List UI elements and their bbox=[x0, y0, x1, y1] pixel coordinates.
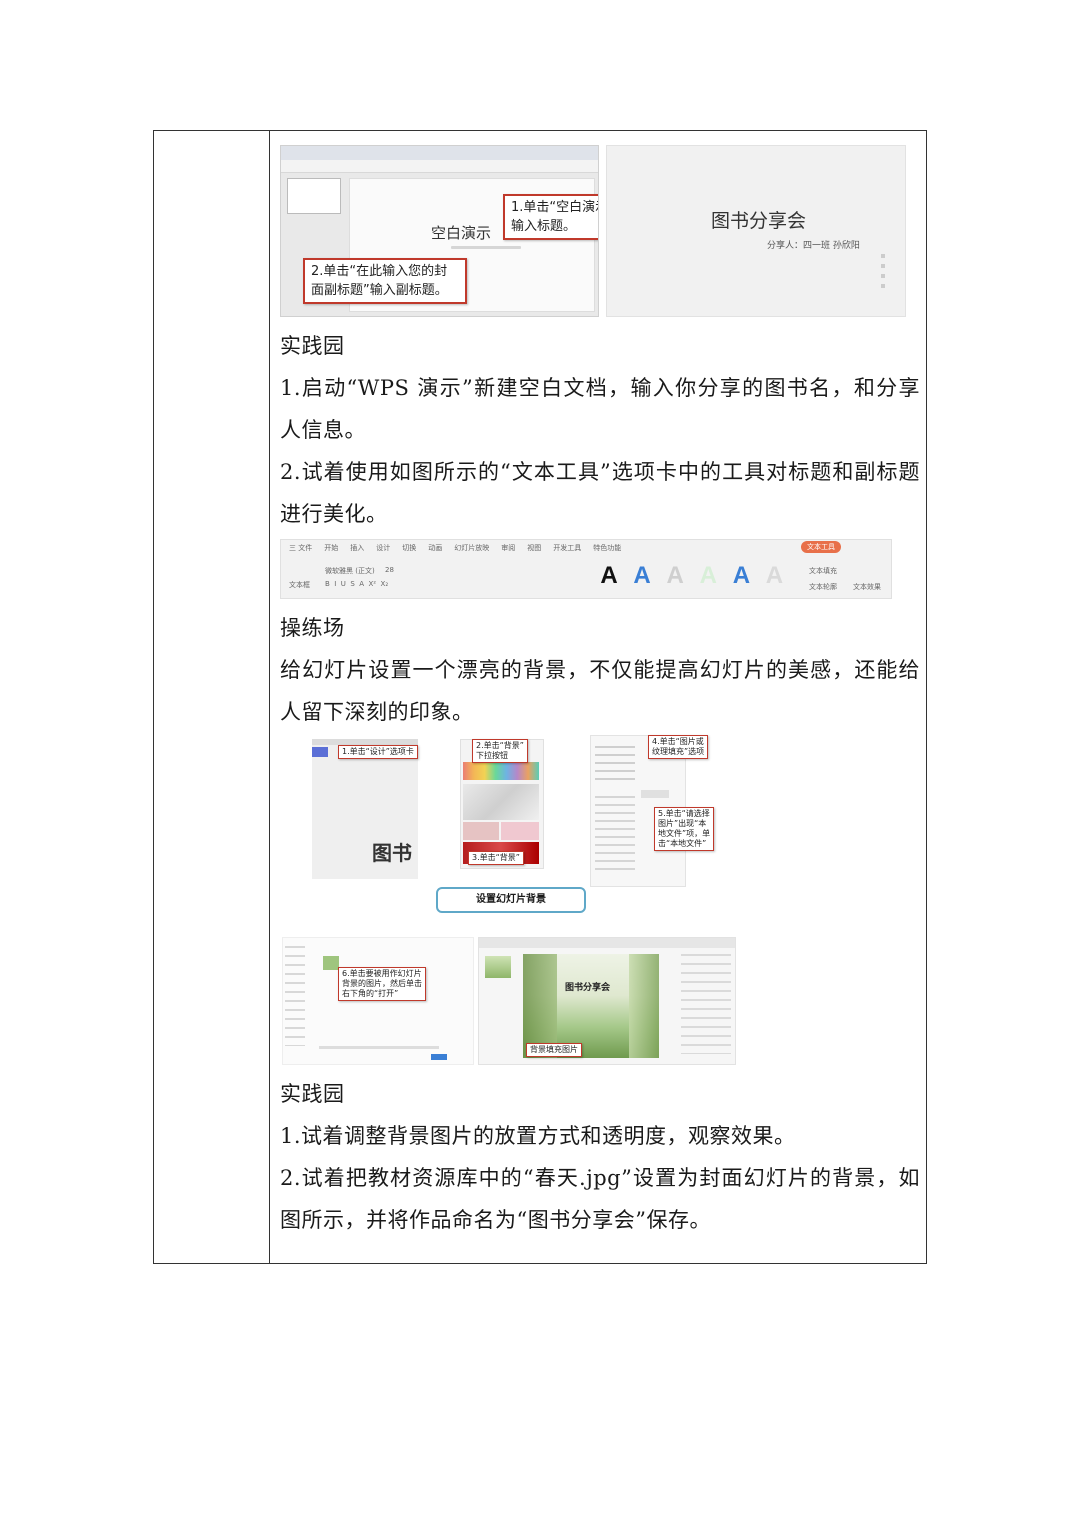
section2-para-line1: 给幻灯片设置一个漂亮的背景，不仅能提高幻灯片的美感，还能给 bbox=[280, 658, 920, 682]
format-buttons: B I U S A X² X₂ bbox=[325, 580, 389, 588]
callout-step1: 1.单击“空白演示”输入标题。 bbox=[503, 194, 598, 240]
callout-step3-background: 3.单击“背景” bbox=[468, 851, 524, 865]
section3-heading: 实践园 bbox=[280, 1082, 345, 1106]
wordart-style-green-outline[interactable]: A bbox=[694, 562, 722, 590]
wordart-style-blue[interactable]: A bbox=[628, 562, 656, 590]
section3-item1: 1.试着调整背景图片的放置方式和透明度，观察效果。 bbox=[280, 1124, 796, 1148]
callout-step2: 2.单击“在此输入您的封 面副标题”输入副标题。 bbox=[303, 258, 467, 304]
section1-item1-line1: 1.启动“WPS 演示”新建空白文档，输入你分享的图书名，和分享 bbox=[280, 376, 920, 400]
wordart-style-black[interactable]: A bbox=[595, 562, 623, 590]
figure-set-slide-background: 图书 1.单击“设计”选项卡 2.单击“背景” 下拉按钮 3.单击“背景” 4.… bbox=[280, 733, 920, 1071]
text-effect-button[interactable]: 文本效果 bbox=[853, 582, 881, 592]
callout-step1-design: 1.单击“设计”选项卡 bbox=[338, 745, 418, 759]
font-name-select[interactable]: 微软雅黑 (正文) bbox=[325, 566, 375, 576]
wordart-style-blue2[interactable]: A bbox=[727, 562, 755, 590]
left-slide-title: 空白演示 bbox=[431, 224, 492, 242]
wordart-style-outline[interactable]: A bbox=[760, 562, 788, 590]
ribbon-menu-row: 三 文件 开始 插入 设计 切换 动画 幻灯片放映 审阅 视图 开发工具 特色功能 bbox=[289, 544, 622, 552]
text-fill-button[interactable]: 文本填充 bbox=[809, 566, 837, 576]
figure-blank-presentation: 空白演示 1.单击“空白演示”输入标题。 2.单击“在此输入您的封面副标题”输入… bbox=[280, 143, 920, 319]
wordart-style-gallery[interactable]: A A A A A A bbox=[595, 562, 788, 590]
slide-preview-screenshot: 图书分享会 分享人：四一班 孙欣阳 bbox=[606, 145, 906, 317]
textbox-label[interactable]: 文本框 bbox=[289, 580, 310, 590]
callout-step6-open-image: 6.单击要被用作幻灯片 背景的图片，然后单击 右下角的“打开” bbox=[338, 967, 426, 1001]
content-table: 空白演示 1.单击“空白演示”输入标题。 2.单击“在此输入您的封面副标题”输入… bbox=[153, 130, 927, 1264]
section2-heading: 操练场 bbox=[280, 616, 345, 640]
callout-step4-picture-fill: 4.单击“图片或 纹理填充”选项 bbox=[648, 735, 709, 759]
content-cell: 空白演示 1.单击“空白演示”输入标题。 2.单击“在此输入您的封面副标题”输入… bbox=[280, 143, 920, 1241]
slide-text-book: 图书 bbox=[372, 841, 412, 865]
callout-step5-local-file: 5.单击“请选择 图片”出现“本 地文件”项，单 击“本地文件” bbox=[654, 807, 715, 851]
column-divider bbox=[269, 131, 270, 1263]
section1-item2-line1: 2.试着使用如图所示的“文本工具”选项卡中的工具对标题和副标题 bbox=[280, 460, 920, 484]
final-slide-title: 图书分享会 bbox=[565, 983, 611, 993]
final-slide-screenshot: 图书分享会 bbox=[478, 937, 736, 1065]
section1-item1-line2: 人信息。 bbox=[280, 418, 366, 442]
right-slide-subtitle: 分享人：四一班 孙欣阳 bbox=[767, 241, 860, 251]
tab-text-tools[interactable]: 文本工具 bbox=[801, 541, 841, 553]
callout-background-fill-image: 背景填充图片 bbox=[526, 1043, 582, 1057]
wordart-style-grey[interactable]: A bbox=[661, 562, 689, 590]
open-file-dialog-screenshot bbox=[282, 937, 474, 1065]
set-background-label: 设置幻灯片背景 bbox=[436, 887, 586, 913]
text-tools-toolbar-screenshot: 三 文件 开始 插入 设计 切换 动画 幻灯片放映 审阅 视图 开发工具 特色功能 文本工具 文本框… bbox=[280, 539, 892, 599]
section2-para-line2: 人留下深刻的印象。 bbox=[280, 700, 474, 724]
font-size-select[interactable]: 28 bbox=[385, 566, 394, 574]
section1-heading: 实践园 bbox=[280, 334, 345, 358]
right-slide-title: 图书分享会 bbox=[711, 210, 807, 232]
text-outline-button[interactable]: 文本轮廓 bbox=[809, 582, 837, 592]
section3-item2-line2: 图所示，并将作品命名为“图书分享会”保存。 bbox=[280, 1208, 711, 1232]
section3-item2-line1: 2.试着把教材资源库中的“春天.jpg”设置为封面幻灯片的背景，如 bbox=[280, 1166, 920, 1190]
section1-item2-line2: 进行美化。 bbox=[280, 502, 388, 526]
callout-step2-background-dropdown: 2.单击“背景” 下拉按钮 bbox=[472, 739, 528, 763]
wps-window-screenshot: 空白演示 1.单击“空白演示”输入标题。 2.单击“在此输入您的封面副标题”输入… bbox=[280, 145, 599, 317]
design-tab-screenshot: 图书 bbox=[312, 739, 418, 879]
